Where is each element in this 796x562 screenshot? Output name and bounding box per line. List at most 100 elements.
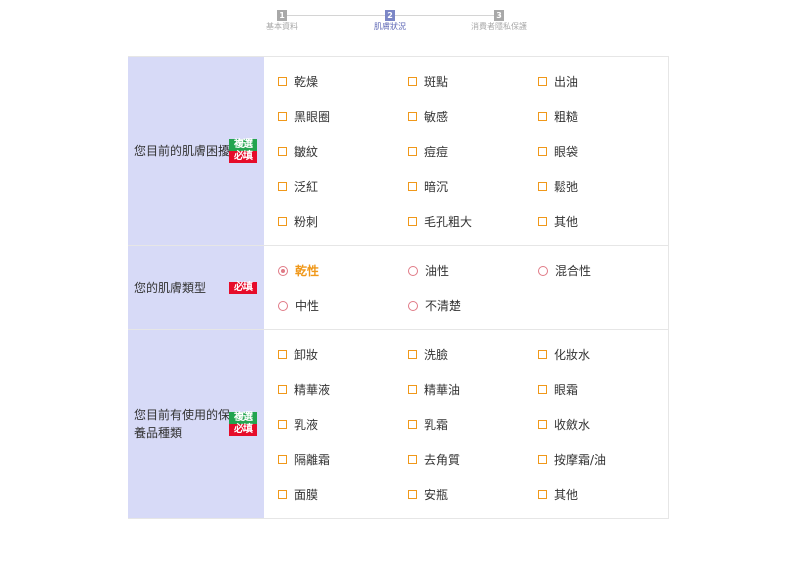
radio-option[interactable]: 混合性 [538,253,668,288]
products-label: 您目前有使用的保養品種類 [134,408,231,440]
checkbox-icon[interactable] [408,217,417,226]
checkbox-icon[interactable] [278,112,287,121]
checkbox-option[interactable]: 粗糙 [538,99,668,134]
checkbox-option[interactable]: 皺紋 [278,134,408,169]
checkbox-icon[interactable] [408,350,417,359]
required-badge: 必填 [229,281,257,294]
checkbox-icon[interactable] [538,420,547,429]
option-label: 不清楚 [425,299,462,313]
checkbox-option[interactable]: 隔離霜 [278,442,408,477]
checkbox-icon[interactable] [278,77,287,86]
badge-group: 必填 [229,281,257,294]
radio-option[interactable]: 中性 [278,288,408,323]
radio-icon[interactable] [538,265,548,276]
checkbox-icon[interactable] [408,385,417,394]
field-label-cell: 您目前有使用的保養品種類 複選 必填 [128,330,264,518]
checkbox-option[interactable]: 敏感 [408,99,538,134]
step-number: 3 [494,10,504,21]
checkbox-icon[interactable] [278,490,287,499]
checkbox-icon[interactable] [538,112,547,121]
option-label: 收斂水 [554,418,591,432]
option-label: 粗糙 [554,110,579,124]
checkbox-option[interactable]: 安瓶 [408,477,538,512]
checkbox-icon[interactable] [538,350,547,359]
checkbox-icon[interactable] [408,77,417,86]
option-label: 粉刺 [294,215,319,229]
checkbox-option[interactable]: 精華油 [408,372,538,407]
checkbox-option[interactable]: 眼霜 [538,372,668,407]
checkbox-option[interactable]: 洗臉 [408,337,538,372]
checkbox-option[interactable]: 痘痘 [408,134,538,169]
checkbox-option[interactable]: 暗沉 [408,169,538,204]
checkbox-option[interactable]: 去角質 [408,442,538,477]
checkbox-option[interactable]: 乳霜 [408,407,538,442]
field-label-cell: 您目前的肌膚困擾 複選 必填 [128,57,264,245]
checkbox-option[interactable]: 毛孔粗大 [408,204,538,239]
checkbox-icon[interactable] [408,147,417,156]
option-label: 洗臉 [424,348,449,362]
option-label: 乾性 [295,264,320,278]
checkbox-option[interactable]: 面膜 [278,477,408,512]
checkbox-icon[interactable] [278,147,287,156]
radio-checked-icon[interactable] [278,265,288,276]
checkbox-option[interactable]: 出油 [538,64,668,99]
checkbox-option[interactable]: 眼袋 [538,134,668,169]
checkbox-option[interactable]: 收斂水 [538,407,668,442]
products-row: 您目前有使用的保養品種類 複選 必填 卸妝 洗臉 化妝水 精華液 精華油 眼霜 … [128,330,668,519]
checkbox-icon[interactable] [538,77,547,86]
skin-concerns-options: 乾燥 斑點 出油 黑眼圈 敏感 粗糙 皺紋 痘痘 眼袋 泛紅 暗沉 鬆弛 粉刺 … [264,57,668,245]
checkbox-option[interactable]: 乳液 [278,407,408,442]
option-label: 黑眼圈 [294,110,331,124]
option-label: 乳液 [294,418,319,432]
checkbox-option[interactable]: 粉刺 [278,204,408,239]
radio-option[interactable]: 油性 [408,253,538,288]
radio-icon[interactable] [408,300,418,311]
checkbox-icon[interactable] [278,385,287,394]
checkbox-option[interactable]: 化妝水 [538,337,668,372]
checkbox-option[interactable]: 其他 [538,477,668,512]
checkbox-icon[interactable] [408,420,417,429]
option-label: 混合性 [555,264,592,278]
option-label: 去角質 [424,453,461,467]
checkbox-icon[interactable] [538,490,547,499]
checkbox-icon[interactable] [278,455,287,464]
radio-icon[interactable] [278,300,288,311]
checkbox-icon[interactable] [538,217,547,226]
option-label: 中性 [295,299,320,313]
radio-option[interactable]: 不清楚 [408,288,538,323]
option-label: 敏感 [424,110,449,124]
skin-type-row: 您的肌膚類型 必填 乾性 油性 混合性 中性 不清楚 [128,246,668,330]
checkbox-option[interactable]: 斑點 [408,64,538,99]
option-label: 眼霜 [554,383,579,397]
checkbox-option[interactable]: 鬆弛 [538,169,668,204]
checkbox-icon[interactable] [278,420,287,429]
radio-icon[interactable] [408,265,418,276]
step-skin-condition: 2 肌膚狀況 [330,10,450,32]
checkbox-option[interactable]: 乾燥 [278,64,408,99]
badge-group: 複選 必填 [229,139,257,163]
products-options: 卸妝 洗臉 化妝水 精華液 精華油 眼霜 乳液 乳霜 收斂水 隔離霜 去角質 按… [264,330,668,518]
checkbox-option[interactable]: 泛紅 [278,169,408,204]
checkbox-icon[interactable] [538,182,547,191]
checkbox-icon[interactable] [278,182,287,191]
checkbox-option[interactable]: 其他 [538,204,668,239]
checkbox-icon[interactable] [408,455,417,464]
step-basic-info: 1 基本資料 [222,10,342,32]
skin-type-label: 您的肌膚類型 [134,280,207,295]
checkbox-icon[interactable] [278,217,287,226]
option-label: 暗沉 [424,180,449,194]
checkbox-option[interactable]: 按摩霜/油 [538,442,668,477]
checkbox-icon[interactable] [538,385,547,394]
checkbox-option[interactable]: 精華液 [278,372,408,407]
checkbox-icon[interactable] [408,490,417,499]
checkbox-icon[interactable] [408,182,417,191]
radio-option[interactable]: 乾性 [278,253,408,288]
checkbox-option[interactable]: 黑眼圈 [278,99,408,134]
option-label: 其他 [554,488,579,502]
checkbox-icon[interactable] [408,112,417,121]
step-label: 肌膚狀況 [374,22,406,31]
checkbox-icon[interactable] [538,147,547,156]
checkbox-icon[interactable] [538,455,547,464]
checkbox-option[interactable]: 卸妝 [278,337,408,372]
checkbox-icon[interactable] [278,350,287,359]
